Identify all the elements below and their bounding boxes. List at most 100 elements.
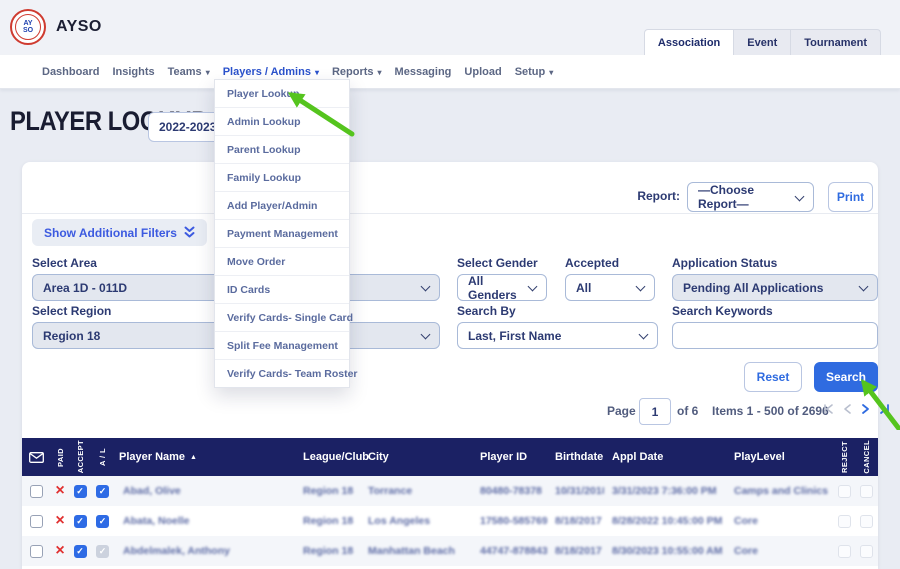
col-cancel: CANCEL — [854, 440, 878, 474]
col-reject: REJECT — [834, 441, 854, 473]
menu-item-family-lookup[interactable]: Family Lookup — [215, 164, 349, 192]
row-select-checkbox[interactable] — [30, 485, 43, 498]
col-appl-date[interactable]: Appl Date — [604, 451, 726, 463]
col-player-id[interactable]: Player ID — [472, 451, 547, 463]
menu-item-move-order[interactable]: Move Order — [215, 248, 349, 276]
al-checkbox[interactable] — [96, 545, 109, 558]
col-city[interactable]: City — [360, 451, 472, 463]
print-button[interactable]: Print — [828, 182, 873, 212]
application-status-value: Pending All Applications — [683, 281, 823, 295]
cancel-checkbox[interactable] — [860, 515, 873, 528]
select-gender-select[interactable]: All Genders — [457, 274, 547, 301]
birthdate: 10/31/2018 — [547, 485, 604, 497]
table-header: PAID ACCEPT A / L Player Name ▲ League/C… — [22, 438, 878, 476]
reject-checkbox[interactable] — [838, 515, 851, 528]
table-row: ×Abdelmalek, AnthonyRegion 18Manhattan B… — [22, 536, 878, 566]
cancel-checkbox[interactable] — [860, 485, 873, 498]
nav-item-dashboard[interactable]: Dashboard — [42, 66, 99, 78]
col-al-label: A / L — [98, 448, 107, 466]
col-accept: ACCEPT — [70, 440, 90, 473]
row-select-checkbox[interactable] — [30, 545, 43, 558]
col-paid: PAID — [50, 448, 70, 467]
nav-item-messaging[interactable]: Messaging — [395, 66, 452, 78]
col-birthdate[interactable]: Birthdate — [547, 451, 604, 463]
reset-button[interactable]: Reset — [744, 362, 802, 392]
al-checkbox[interactable] — [96, 485, 109, 498]
nav-item-label: Upload — [464, 66, 501, 78]
nav-item-players-admins[interactable]: Players / Admins ▾ — [223, 66, 319, 78]
nav-item-label: Players / Admins — [223, 66, 311, 78]
chevron-down-icon — [636, 282, 646, 292]
page-label: Page — [607, 404, 636, 418]
accept-checkbox[interactable] — [74, 515, 87, 528]
player-name[interactable]: Abad, Olive — [115, 485, 295, 497]
search-by-select[interactable]: Last, First Name — [457, 322, 658, 349]
menu-item-player-lookup[interactable]: Player Lookup — [215, 80, 349, 108]
application-status-select[interactable]: Pending All Applications — [672, 274, 878, 301]
chevron-down-icon: ▾ — [315, 68, 319, 77]
next-page-icon[interactable] — [861, 403, 870, 415]
player-name[interactable]: Abdelmalek, Anthony — [115, 545, 295, 557]
main-nav: Dashboard Insights Teams▾ Players / Admins ▾… — [0, 55, 900, 89]
player-id: 80480-78378 — [472, 485, 547, 497]
accepted-select[interactable]: All — [565, 274, 655, 301]
col-player-name-label: Player Name — [119, 451, 185, 463]
menu-item-split-fee-management[interactable]: Split Fee Management — [215, 332, 349, 360]
menu-item-add-player-admin[interactable]: Add Player/Admin — [215, 192, 349, 220]
row-select-checkbox[interactable] — [30, 515, 43, 528]
cancel-checkbox[interactable] — [860, 545, 873, 558]
nav-item-label: Insights — [112, 66, 154, 78]
city: Los Angeles — [360, 515, 472, 527]
ayso-logo-letters: AY SO — [15, 14, 41, 40]
col-league-club[interactable]: League/Club — [295, 451, 360, 463]
nav-item-setup[interactable]: Setup▾ — [515, 66, 554, 78]
tab-association[interactable]: Association — [644, 29, 734, 55]
menu-item-payment-management[interactable]: Payment Management — [215, 220, 349, 248]
page-number-input[interactable]: 1 — [639, 398, 671, 425]
appl-date: 3/31/2023 7:36:00 PM — [604, 485, 726, 497]
chevron-down-icon — [421, 282, 431, 292]
players-admins-menu: Player LookupAdmin LookupParent LookupFa… — [214, 79, 350, 388]
paid-x-icon: × — [55, 543, 64, 559]
player-name[interactable]: Abata, Noelle — [115, 515, 295, 527]
tab-event[interactable]: Event — [734, 29, 791, 55]
prev-page-icon[interactable] — [843, 403, 852, 415]
select-region-value: Region 18 — [43, 329, 100, 343]
col-player-name[interactable]: Player Name ▲ — [115, 451, 295, 463]
menu-item-admin-lookup[interactable]: Admin Lookup — [215, 108, 349, 136]
pagination-controls — [822, 403, 891, 415]
al-checkbox[interactable] — [96, 515, 109, 528]
tab-tournament[interactable]: Tournament — [791, 29, 881, 55]
menu-item-verify-cards-single-card[interactable]: Verify Cards- Single Card — [215, 304, 349, 332]
pagination: Page 1 of 6 Items 1 - 500 of 2696 — [22, 398, 878, 424]
chevron-down-icon — [528, 282, 538, 292]
select-region-label: Select Region — [32, 304, 111, 318]
search-button[interactable]: Search — [814, 362, 878, 392]
nav-item-label: Setup — [515, 66, 546, 78]
nav-item-upload[interactable]: Upload — [464, 66, 501, 78]
first-page-icon[interactable] — [822, 403, 834, 415]
col-accept-label: ACCEPT — [76, 440, 85, 473]
nav-item-teams[interactable]: Teams▾ — [168, 66, 210, 78]
player-id: 44747-878843 — [472, 545, 547, 557]
last-page-icon[interactable] — [879, 403, 891, 415]
reject-checkbox[interactable] — [838, 485, 851, 498]
league-club: Region 18 — [295, 485, 360, 497]
menu-item-id-cards[interactable]: ID Cards — [215, 276, 349, 304]
league-club: Region 18 — [295, 515, 360, 527]
nav-item-insights[interactable]: Insights — [112, 66, 154, 78]
city: Torrance — [360, 485, 472, 497]
menu-item-parent-lookup[interactable]: Parent Lookup — [215, 136, 349, 164]
nav-item-reports[interactable]: Reports▾ — [332, 66, 382, 78]
brand-name: AYSO — [56, 18, 102, 36]
menu-item-verify-cards-team-roster[interactable]: Verify Cards- Team Roster — [215, 360, 349, 387]
col-play-level[interactable]: PlayLevel — [726, 451, 834, 463]
reject-checkbox[interactable] — [838, 545, 851, 558]
col-mail[interactable] — [22, 452, 50, 463]
search-keywords-input[interactable] — [672, 322, 878, 349]
report-select[interactable]: —Choose Report— — [687, 182, 814, 212]
col-cancel-label: CANCEL — [862, 440, 871, 474]
accept-checkbox[interactable] — [74, 485, 87, 498]
show-additional-filters-button[interactable]: Show Additional Filters — [32, 219, 207, 246]
accept-checkbox[interactable] — [74, 545, 87, 558]
